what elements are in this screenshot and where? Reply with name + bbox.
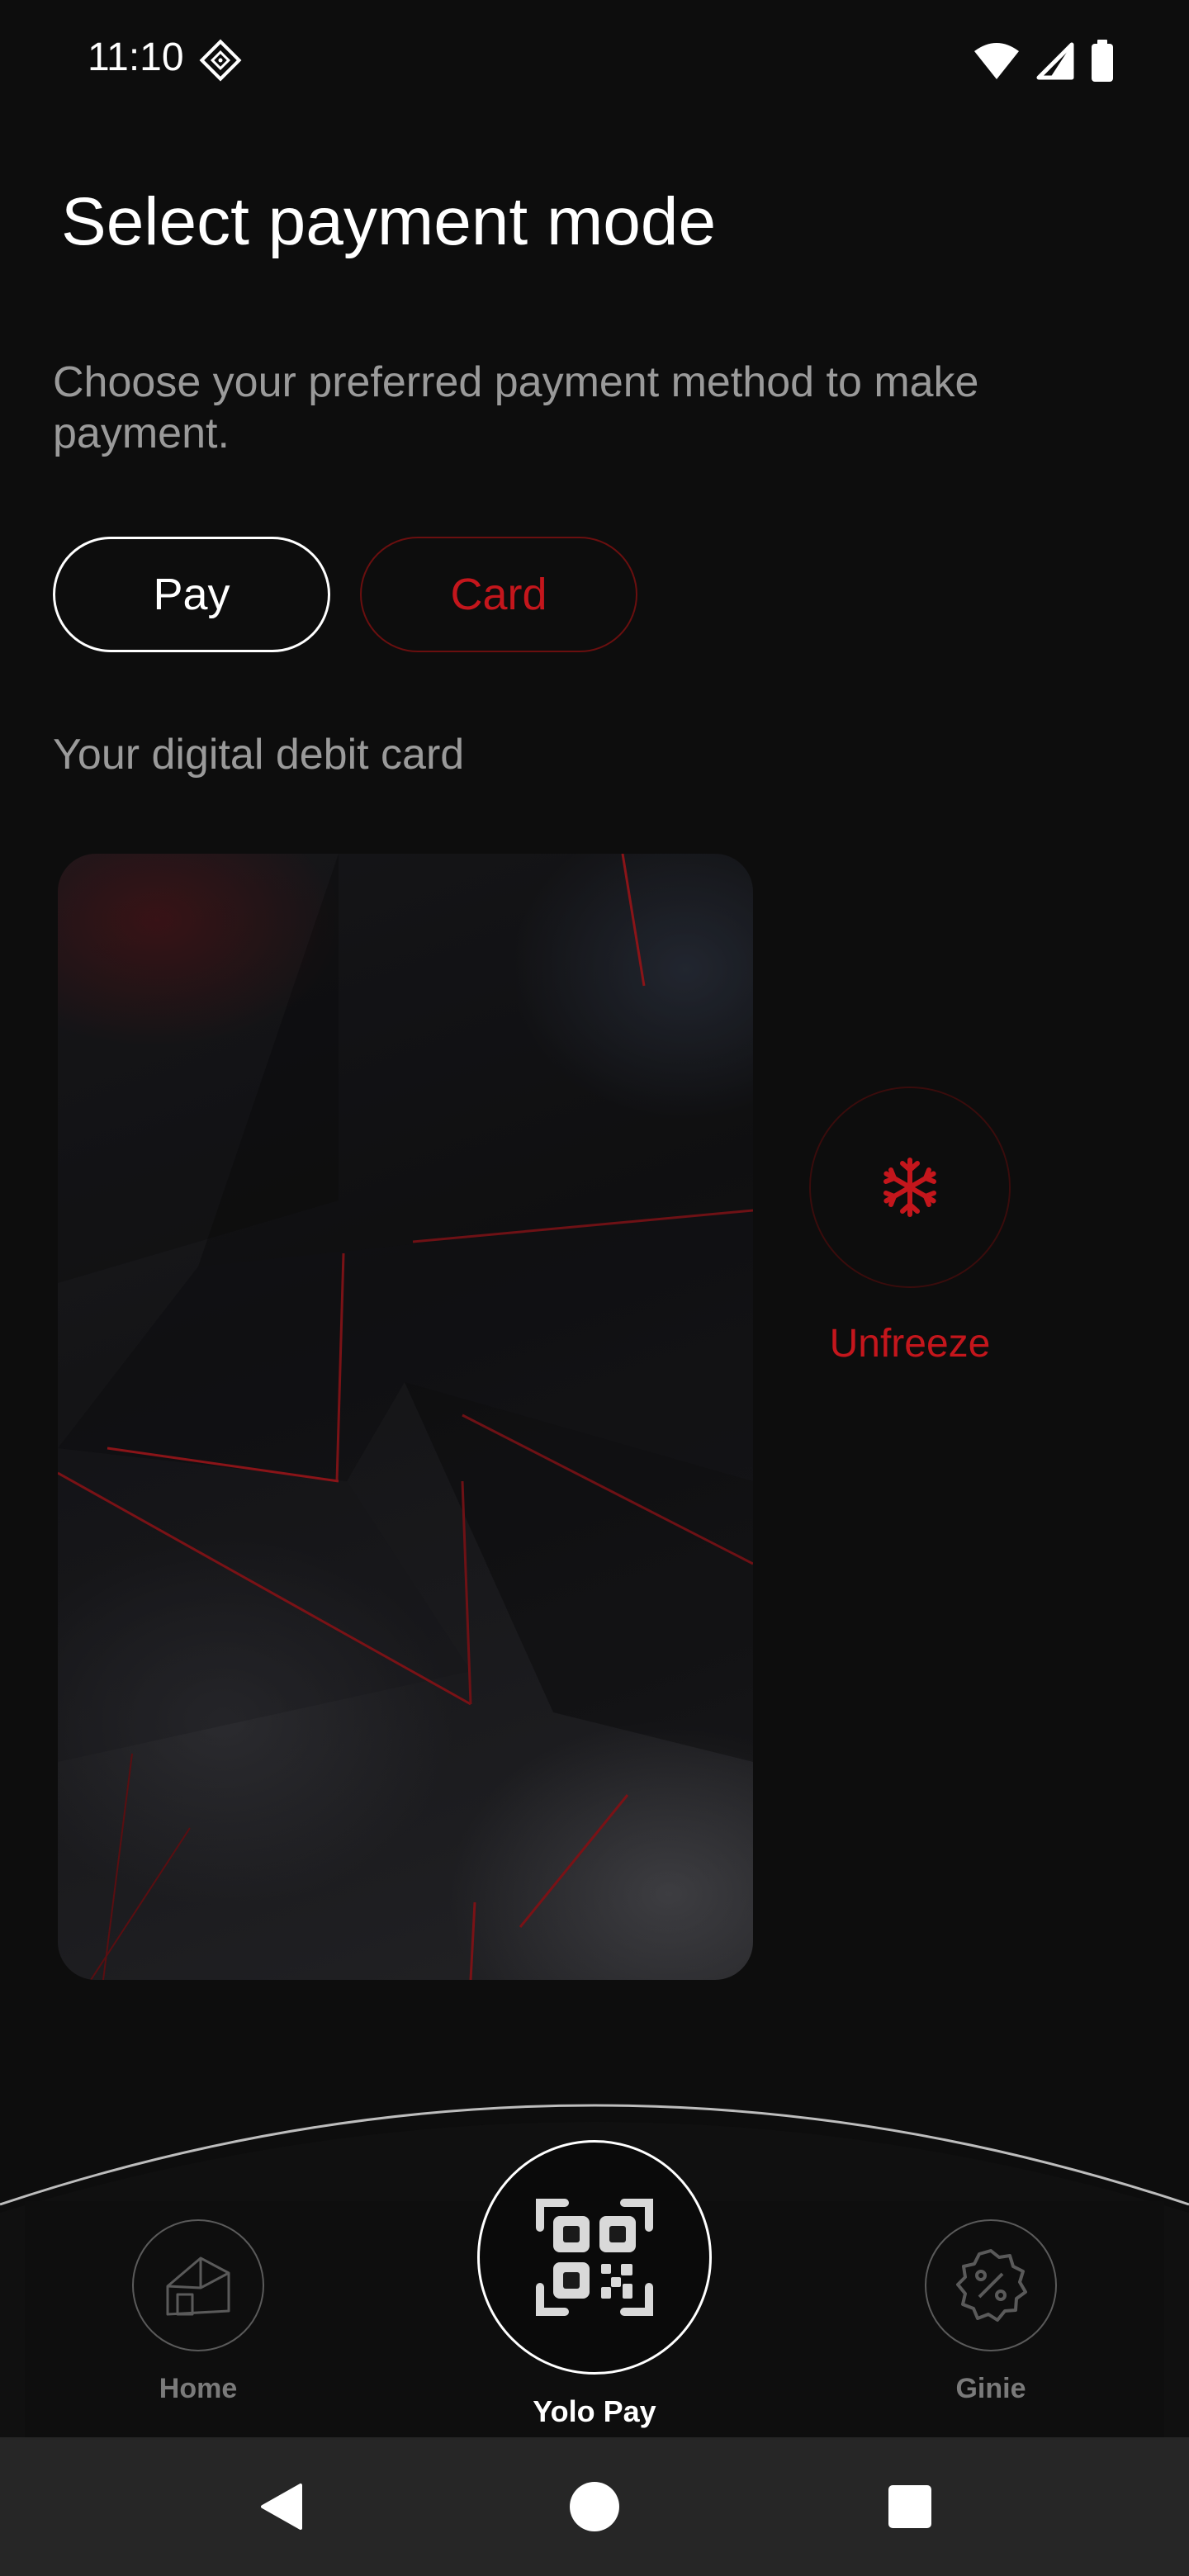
pay-mode-label: Pay	[153, 570, 230, 619]
card-mode-label: Card	[450, 570, 547, 619]
digital-debit-card[interactable]	[58, 854, 753, 1980]
home-circle-icon	[570, 2482, 619, 2531]
recents-icon	[888, 2485, 931, 2528]
app-diamond-icon	[199, 39, 242, 82]
page-title: Select payment mode	[61, 184, 717, 259]
nav-label-ginie: Ginie	[955, 2373, 1026, 2404]
back-icon	[261, 2484, 302, 2530]
qr-code-icon	[536, 2199, 653, 2316]
nav-label-yolo-pay: Yolo Pay	[533, 2394, 656, 2428]
unfreeze-label[interactable]: Unfreeze	[826, 1321, 994, 1366]
page-subtitle: Choose your preferred payment method to …	[53, 358, 979, 457]
bottom-nav: Home Yolo Pay Ginie	[0, 2097, 1189, 2437]
home-icon-circle	[132, 2219, 264, 2351]
pay-mode-button[interactable]: Pay	[53, 537, 330, 652]
status-bar: 11:10	[0, 0, 1189, 119]
unfreeze-button[interactable]	[809, 1087, 1011, 1288]
card-section-label: Your digital debit card	[53, 731, 465, 779]
nav-item-home[interactable]: Home	[132, 2219, 264, 2405]
wifi-icon	[974, 43, 1019, 79]
home-icon	[166, 2256, 230, 2316]
system-home-button[interactable]	[553, 2437, 636, 2576]
yolo-pay-circle	[477, 2140, 712, 2375]
discount-badge-icon	[956, 2249, 1027, 2322]
cell-signal-icon	[1036, 42, 1074, 80]
battery-icon	[1092, 40, 1113, 82]
status-time: 11:10	[88, 36, 184, 79]
nav-item-yolo-pay[interactable]: Yolo Pay	[477, 2140, 712, 2429]
nav-item-ginie[interactable]: Ginie	[925, 2219, 1057, 2405]
status-icons	[973, 40, 1115, 83]
system-recents-button[interactable]	[869, 2437, 951, 2576]
ginie-icon-circle	[925, 2219, 1057, 2351]
card-pattern	[58, 854, 753, 1980]
nav-label-home: Home	[159, 2373, 238, 2404]
system-back-button[interactable]	[239, 2437, 322, 2576]
system-nav-bar	[0, 2437, 1189, 2576]
card-mode-button[interactable]: Card	[360, 537, 637, 652]
snowflake-icon	[883, 1158, 936, 1217]
